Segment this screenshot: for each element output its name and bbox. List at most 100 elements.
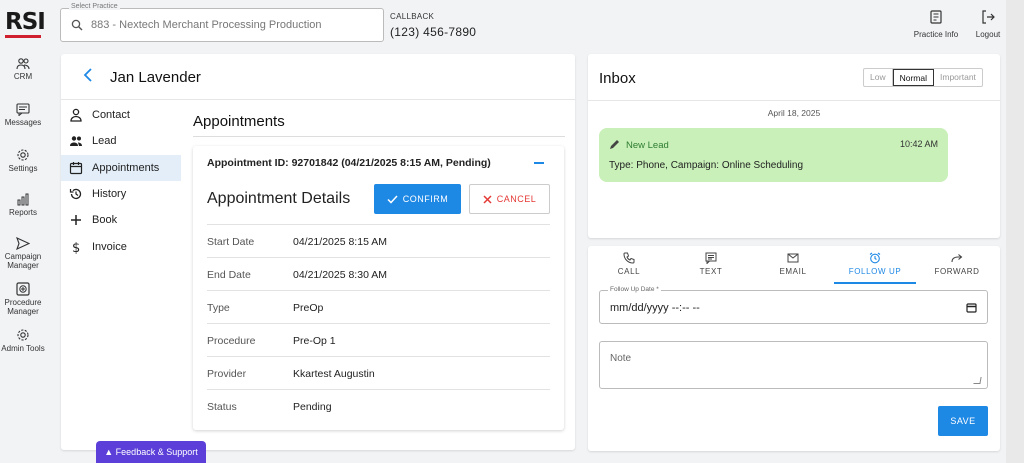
cancel-button[interactable]: CANCEL [469, 184, 550, 214]
section-title: Appointments [193, 113, 285, 130]
message-time: 10:42 AM [899, 139, 938, 149]
practice-select-label: Select Practice [69, 3, 120, 10]
menu-item-lead[interactable]: Lead [61, 128, 181, 154]
detail-row-provider: Provider Kkartest Augustin [207, 356, 550, 389]
menu-item-book[interactable]: Book [61, 207, 181, 233]
tab-label: CALL [617, 267, 641, 276]
practice-info-button[interactable]: Practice Info [910, 10, 962, 39]
send-icon [16, 237, 30, 250]
menu-item-appointments[interactable]: Appointments [61, 155, 181, 181]
appointment-details-title: Appointment Details [207, 190, 351, 207]
confirm-button[interactable]: CONFIRM [374, 184, 461, 214]
patient-name: Jan Lavender [110, 69, 201, 86]
sidebar-item-label: Messages [4, 118, 42, 127]
sidebar-item-label: Reports [8, 208, 37, 217]
sidebar-item-procedure-manager[interactable]: Procedure Manager [0, 282, 46, 316]
calendar-icon[interactable] [966, 302, 977, 313]
detail-value: Kkartest Augustin [293, 368, 375, 380]
patient-header: Jan Lavender [61, 54, 575, 100]
practice-select[interactable]: Select Practice 883 - Nextech Merchant P… [60, 3, 384, 42]
sidebar-item-crm[interactable]: CRM [0, 58, 46, 81]
menu-item-invoice[interactable]: $ Invoice [61, 234, 181, 260]
gear-icon [17, 329, 29, 341]
users-icon [16, 58, 30, 70]
tab-label: EMAIL [779, 267, 807, 276]
inbox-panel: Inbox Low Normal Important April 18, 202… [588, 54, 1000, 238]
menu-item-history[interactable]: History [61, 181, 181, 207]
appointment-card: Appointment ID: 92701842 (04/21/2025 8:1… [193, 146, 564, 430]
gear-icon [17, 149, 29, 161]
menu-item-label: Lead [92, 135, 117, 147]
priority-normal-button[interactable]: Normal [892, 69, 934, 86]
search-icon [71, 19, 83, 31]
tab-call[interactable]: CALL [588, 252, 670, 284]
sidebar-item-label: Campaign Manager [4, 252, 42, 270]
logout-label: Logout [975, 30, 1001, 39]
message-date: April 18, 2025 [767, 108, 821, 118]
dollar-icon: $ [72, 241, 80, 254]
message-icon [16, 103, 30, 116]
tab-label: FOLLOW UP [848, 267, 902, 276]
inbox-divider [588, 100, 1000, 101]
tab-forward[interactable]: FORWARD [916, 252, 998, 284]
logo-underline [5, 35, 41, 38]
detail-row-end-date: End Date 04/21/2025 8:30 AM [207, 257, 550, 290]
back-arrow-icon[interactable] [83, 68, 93, 82]
bar-chart-icon [17, 193, 29, 206]
priority-low-button[interactable]: Low [864, 69, 893, 86]
appointment-id: Appointment ID: 92701842 (04/21/2025 8:1… [207, 157, 491, 169]
tab-follow-up[interactable]: FOLLOW UP [834, 252, 916, 284]
sidebar-item-campaign-manager[interactable]: Campaign Manager [0, 237, 46, 270]
follow-up-date-label: Follow Up Date * [608, 286, 661, 293]
follow-up-date-field[interactable]: Follow Up Date * mm/dd/yyyy --:-- -- [599, 286, 988, 324]
people-icon [70, 136, 82, 146]
detail-label: Provider [207, 368, 247, 380]
cancel-label: CANCEL [496, 194, 537, 204]
detail-label: Status [207, 401, 237, 413]
menu-item-label: Invoice [92, 241, 127, 253]
detail-value: 04/21/2025 8:15 AM [293, 236, 387, 248]
detail-row-type: Type PreOp [207, 290, 550, 323]
tab-text[interactable]: TEXT [670, 252, 752, 284]
detail-label: Type [207, 302, 230, 314]
menu-item-contact[interactable]: Contact [61, 102, 181, 128]
sidebar-item-settings[interactable]: Settings [0, 148, 46, 173]
message-title: New Lead [626, 140, 669, 151]
patient-panel: Jan Lavender Contact Lead Appointments H… [61, 54, 575, 450]
detail-value: PreOp [293, 302, 324, 314]
mail-icon [787, 253, 799, 263]
callback-label: CALLBACK [390, 12, 435, 21]
note-field[interactable]: Note [599, 341, 988, 389]
rsi-logo[interactable]: RSI [5, 9, 46, 35]
detail-row-procedure: Procedure Pre-Op 1 [207, 323, 550, 356]
action-panel: CALL TEXT EMAIL FOLLOW UP FORWARD Follow… [588, 246, 1000, 451]
feedback-support-button[interactable]: ▲ Feedback & Support [96, 441, 206, 463]
tab-email[interactable]: EMAIL [752, 252, 834, 284]
inbox-title: Inbox [599, 70, 636, 87]
sidebar-item-reports[interactable]: Reports [0, 193, 46, 217]
detail-label: End Date [207, 269, 251, 281]
practice-select-value: 883 - Nextech Merchant Processing Produc… [91, 19, 322, 31]
detail-row-status: Status Pending [207, 389, 550, 422]
practice-info-label: Practice Info [913, 30, 959, 39]
message-body: Type: Phone, Campaign: Online Scheduling [609, 160, 804, 171]
resize-handle-icon[interactable] [973, 377, 982, 384]
confirm-label: CONFIRM [402, 194, 449, 204]
detail-label: Start Date [207, 236, 255, 248]
text-message-icon [705, 252, 717, 264]
priority-toggle: Low Normal Important [863, 68, 983, 87]
message-bubble[interactable]: New Lead 10:42 AM Type: Phone, Campaign:… [599, 128, 948, 182]
plus-icon [71, 215, 81, 225]
collapse-icon[interactable] [534, 162, 544, 164]
pencil-icon [610, 140, 619, 149]
page-scrollbar[interactable] [1006, 0, 1024, 463]
priority-important-button[interactable]: Important [934, 69, 982, 86]
save-button[interactable]: SAVE [938, 406, 988, 436]
detail-value: Pre-Op 1 [293, 335, 336, 347]
sidebar-item-messages[interactable]: Messages [0, 103, 46, 127]
forward-icon [951, 254, 963, 263]
logout-button[interactable]: Logout [970, 10, 1006, 39]
document-icon [930, 10, 942, 24]
sidebar-item-admin-tools[interactable]: Admin Tools [0, 328, 46, 353]
sidebar-item-label: Admin Tools [1, 344, 45, 353]
